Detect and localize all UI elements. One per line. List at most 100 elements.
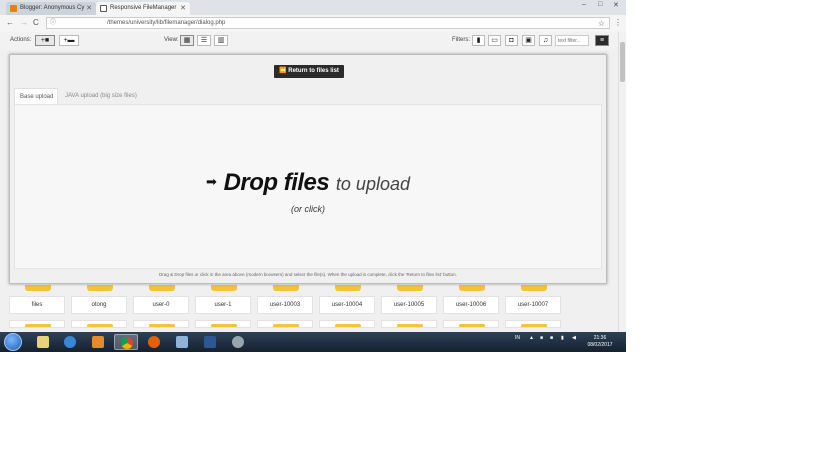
folder-icon [459,324,485,327]
folder-item[interactable] [9,320,65,328]
folder-item[interactable] [443,320,499,328]
folder-icon [521,285,547,291]
folder-item[interactable]: files [9,296,65,314]
folder-item[interactable] [257,320,313,328]
folder-icon [335,324,361,327]
clock-date: 08/02/2017 [587,342,613,348]
folder-icon [273,324,299,327]
folder-icon [149,285,175,291]
folder-icon [397,324,423,327]
view-label: View: [164,37,179,43]
filter-video-icon[interactable]: ▣ [522,35,535,46]
taskbar-media[interactable] [86,334,110,350]
tray-icon[interactable]: ■ [540,335,543,341]
folder-item[interactable] [505,320,561,328]
taskbar-firefox[interactable] [142,334,166,350]
word-icon [204,336,216,348]
info-icon: ⓘ [50,20,57,26]
drop-files-text: Drop files [223,169,330,196]
tab-strip: Blogger: Anonymous Cy ✕ Responsive FileM… [0,0,626,15]
network-icon[interactable]: ▮ [561,335,564,341]
clock[interactable]: 21:36 08/02/2017 [586,335,614,349]
taskbar-chrome[interactable] [114,334,138,350]
app-icon [176,336,188,348]
folder-icon [211,285,237,291]
folder-icon [25,324,51,327]
menu-icon[interactable]: ⋮ [614,18,622,27]
upload-dialog: ⏪ Return to files list Base upload JAVA … [9,54,607,284]
folder-item[interactable]: user-10003 [257,296,313,314]
or-click-text: (or click) [291,204,325,214]
taskbar-app[interactable] [170,334,194,350]
folder-item[interactable]: otong [71,296,127,314]
language-indicator[interactable]: IN [515,335,520,341]
reload-icon[interactable]: C [33,18,39,27]
folder-item[interactable]: user-1 [195,296,251,314]
folder-item[interactable] [133,320,189,328]
upload-button[interactable]: +■ [35,35,55,46]
folder-item[interactable]: user-0 [133,296,189,314]
sort-menu-icon[interactable]: ≡ [595,35,609,46]
url-text: /themes/university/lib/filemanager/dialo… [107,20,226,26]
app-icon [232,336,244,348]
tab-blogger[interactable]: Blogger: Anonymous Cy ✕ [6,2,96,15]
firefox-icon [148,336,160,348]
folder-icon [459,285,485,291]
close-window-icon[interactable]: ✕ [613,1,619,9]
folder-item[interactable]: user-10005 [381,296,437,314]
tray-arrow-icon[interactable]: ▲ [529,335,534,341]
new-folder-button[interactable]: +▬ [59,35,79,46]
folder-icon [37,336,49,348]
arrow-right-icon: ➡ [205,174,217,189]
star-icon[interactable]: ☆ [598,18,605,29]
clock-time: 21:36 [593,335,607,341]
filter-images-icon[interactable]: ▭ [488,35,501,46]
view-columns-icon[interactable]: ▥ [214,35,228,46]
start-button[interactable] [4,333,22,351]
folder-item[interactable]: user-10006 [443,296,499,314]
folder-icon [87,324,113,327]
folder-item[interactable] [319,320,375,328]
close-icon[interactable]: ✕ [86,2,92,15]
view-grid-icon[interactable]: ▦ [180,35,194,46]
scrollbar[interactable] [618,32,626,332]
address-bar: ← → C ⓘ /themes/university/lib/filemanag… [0,15,626,33]
taskbar-word[interactable] [198,334,222,350]
minimize-icon[interactable]: – [582,1,586,8]
tab-filemanager[interactable]: Responsive FileManager ✕ [96,2,190,15]
return-to-files-button[interactable]: ⏪ Return to files list [274,65,344,78]
return-button-label: Return to files list [288,68,339,74]
filters-label: Filters: [452,37,470,43]
tray-icon[interactable]: ■ [550,335,553,341]
folder-icon [335,285,361,291]
drop-heading: ➡ Drop files to upload [15,169,601,197]
filter-archives-icon[interactable]: ◘ [505,35,518,46]
taskbar-app2[interactable] [226,334,250,350]
media-player-icon [92,336,104,348]
back-icon[interactable]: ← [6,18,14,27]
taskbar-ie[interactable] [58,334,82,350]
folder-item[interactable]: user-10007 [505,296,561,314]
folder-icon [521,324,547,327]
scrollbar-thumb[interactable] [620,42,625,82]
filter-files-icon[interactable]: ▮ [472,35,485,46]
url-input[interactable]: ⓘ /themes/university/lib/filemanager/dia… [46,17,610,29]
forward-icon[interactable]: → [20,18,28,27]
tab-base-upload[interactable]: Base upload [14,88,58,104]
taskbar-explorer[interactable] [31,334,55,350]
drop-zone[interactable]: ➡ Drop files to upload (or click) [14,104,602,269]
folder-item[interactable] [71,320,127,328]
text-filter-input[interactable] [555,35,589,46]
close-icon[interactable]: ✕ [180,2,186,15]
folder-icon [87,285,113,291]
folder-item[interactable]: user-10004 [319,296,375,314]
folder-icon [273,285,299,291]
tab-java-upload[interactable]: JAVA upload (big size files) [60,88,142,104]
maximize-icon[interactable]: □ [598,1,602,8]
view-list-icon[interactable]: ☰ [197,35,211,46]
folder-icon [149,324,175,327]
folder-item[interactable] [381,320,437,328]
filter-music-icon[interactable]: ♫ [539,35,552,46]
folder-item[interactable] [195,320,251,328]
volume-icon[interactable]: ◀ [572,335,576,341]
